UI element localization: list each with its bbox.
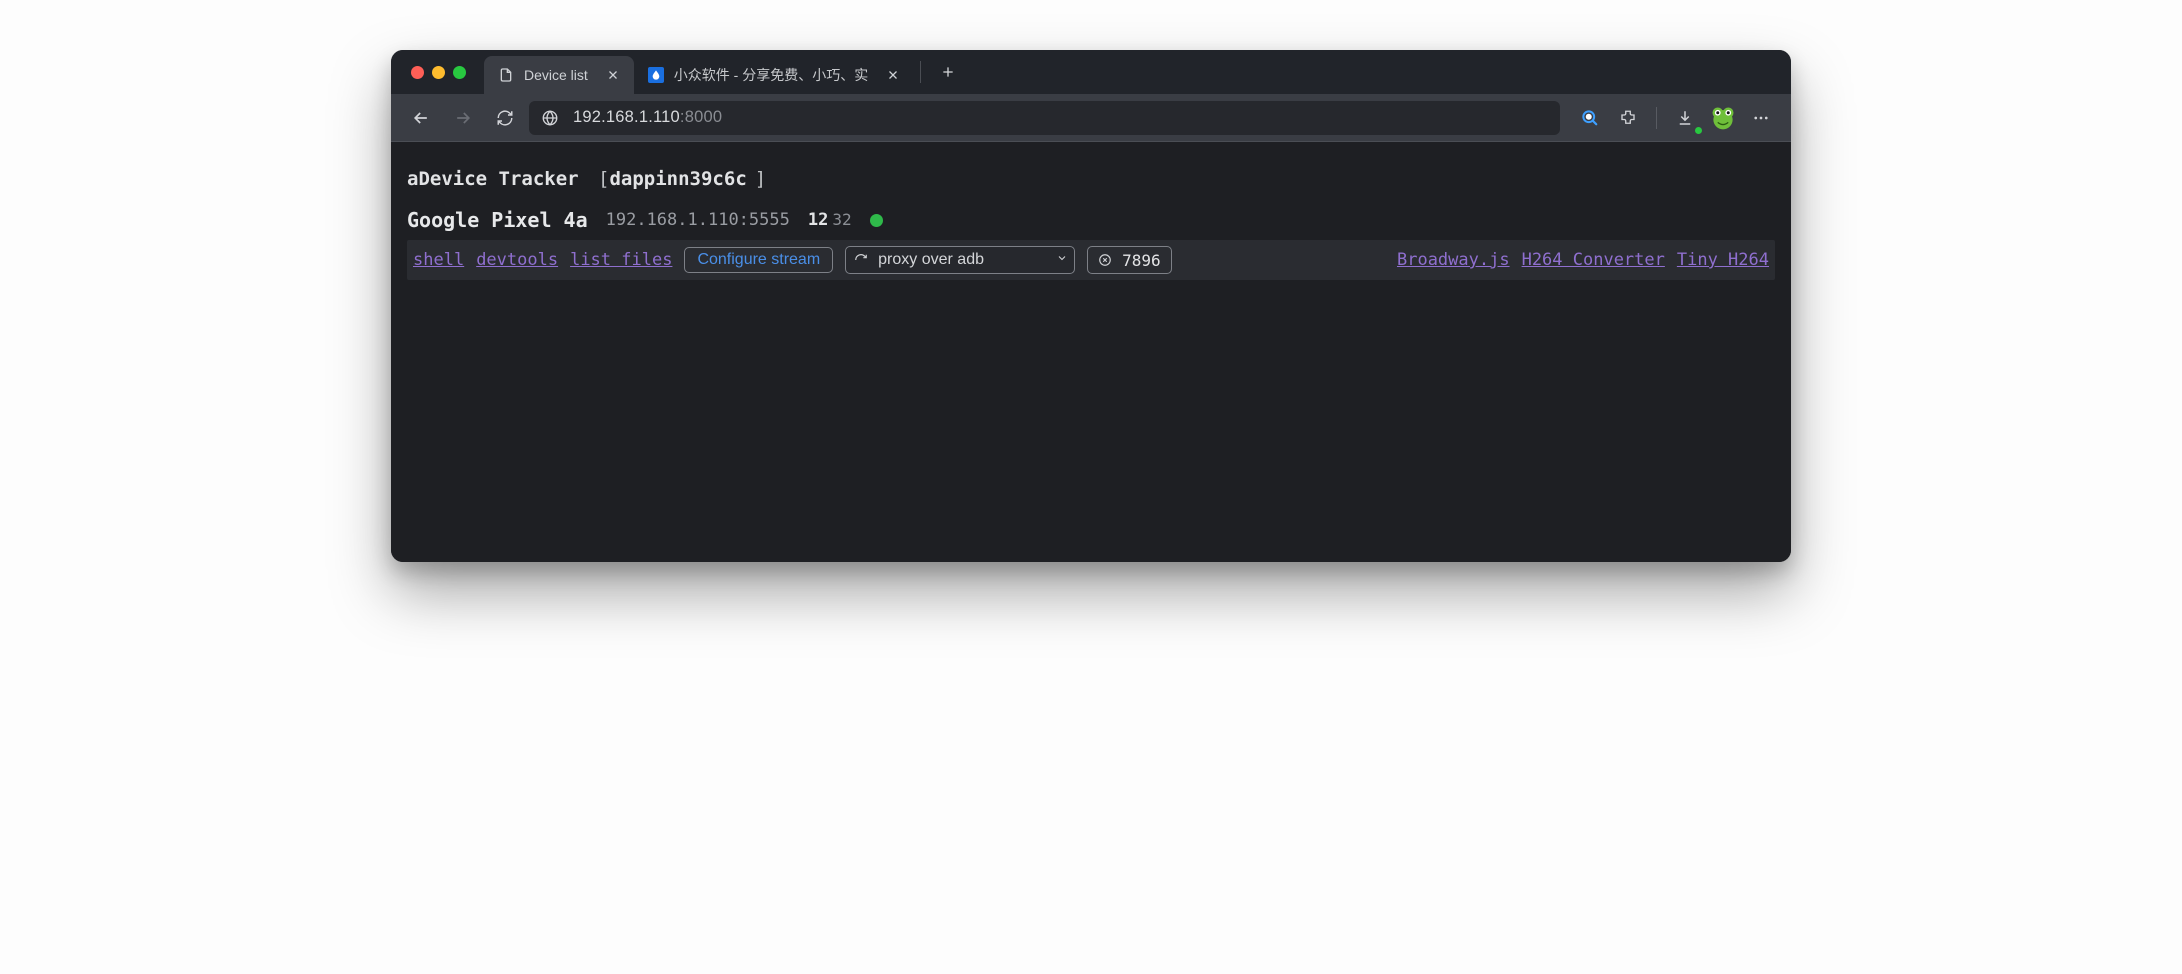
toolbar-right (1566, 101, 1779, 135)
app-name: aDevice Tracker (407, 168, 579, 190)
reload-button[interactable] (487, 101, 523, 135)
chevron-down-icon (1056, 251, 1068, 269)
devtools-link[interactable]: devtools (476, 250, 558, 270)
profile-avatar[interactable] (1705, 101, 1741, 135)
version-major: 12 (808, 210, 828, 230)
globe-icon (541, 109, 559, 127)
new-tab-button[interactable] (933, 57, 963, 87)
device-name: Google Pixel 4a (407, 208, 588, 232)
maximize-window-button[interactable] (453, 66, 466, 79)
device-row: Google Pixel 4a 192.168.1.110:5555 12 32 (407, 204, 1775, 240)
overflow-menu-icon[interactable] (1743, 101, 1779, 135)
cancel-circle-icon[interactable] (1098, 253, 1112, 267)
close-window-button[interactable] (411, 66, 424, 79)
downloads-icon[interactable] (1667, 101, 1703, 135)
close-tab-button[interactable] (882, 64, 904, 86)
page-content: aDevice Tracker [ dappinn39c6c ] Google … (391, 142, 1791, 562)
droplet-icon (648, 67, 664, 83)
toolbar-divider (1656, 107, 1657, 129)
select-value: proxy over adb (878, 251, 984, 269)
port-value: 7896 (1122, 251, 1161, 270)
list-files-link[interactable]: list files (570, 250, 672, 270)
refresh-icon (854, 253, 868, 267)
address-bar[interactable]: 192.168.1.110:8000 (529, 101, 1560, 135)
tiny-h264-link[interactable]: Tiny H264 (1677, 250, 1769, 270)
tab-device-list[interactable]: Device list (484, 56, 634, 94)
url-port: :8000 (680, 108, 722, 126)
instance-id: dappinn39c6c (609, 168, 746, 190)
url-host: 192.168.1.110 (573, 108, 680, 126)
minimize-window-button[interactable] (432, 66, 445, 79)
device-version: 12 32 (808, 210, 852, 230)
close-tab-button[interactable] (602, 64, 624, 86)
toolbar: 192.168.1.110:8000 (391, 94, 1791, 142)
back-button[interactable] (403, 101, 439, 135)
version-minor: 32 (832, 210, 851, 229)
tab-bar: Device list 小众软件 - 分享免费、小巧、实 (391, 50, 1791, 94)
page-title: aDevice Tracker [ dappinn39c6c ] (407, 162, 1775, 204)
connection-select[interactable]: proxy over adb (845, 246, 1075, 274)
broadway-link[interactable]: Broadway.js (1397, 250, 1510, 270)
controls-row: shell devtools list files Configure stre… (407, 240, 1775, 280)
tab-appinn[interactable]: 小众软件 - 分享免费、小巧、实 (634, 56, 914, 94)
device-address: 192.168.1.110:5555 (606, 210, 790, 230)
shell-link[interactable]: shell (413, 250, 464, 270)
bracket-open: [ (587, 168, 610, 190)
tab-title: 小众软件 - 分享免费、小巧、实 (674, 65, 868, 85)
decoder-links: Broadway.js H264 Converter Tiny H264 (1397, 250, 1769, 270)
search-icon[interactable] (1572, 101, 1608, 135)
port-box[interactable]: 7896 (1087, 246, 1172, 274)
file-icon (498, 67, 514, 83)
url-text: 192.168.1.110:8000 (573, 108, 722, 127)
configure-stream-button[interactable]: Configure stream (684, 247, 833, 273)
tab-separator (920, 61, 921, 83)
window-controls (391, 66, 484, 79)
browser-window: Device list 小众软件 - 分享免费、小巧、实 (391, 50, 1791, 562)
download-complete-badge (1693, 125, 1704, 136)
bracket-close: ] (755, 168, 766, 190)
tab-title: Device list (524, 67, 588, 83)
forward-button[interactable] (445, 101, 481, 135)
extensions-icon[interactable] (1610, 101, 1646, 135)
h264-converter-link[interactable]: H264 Converter (1522, 250, 1665, 270)
status-online-icon (870, 214, 883, 227)
